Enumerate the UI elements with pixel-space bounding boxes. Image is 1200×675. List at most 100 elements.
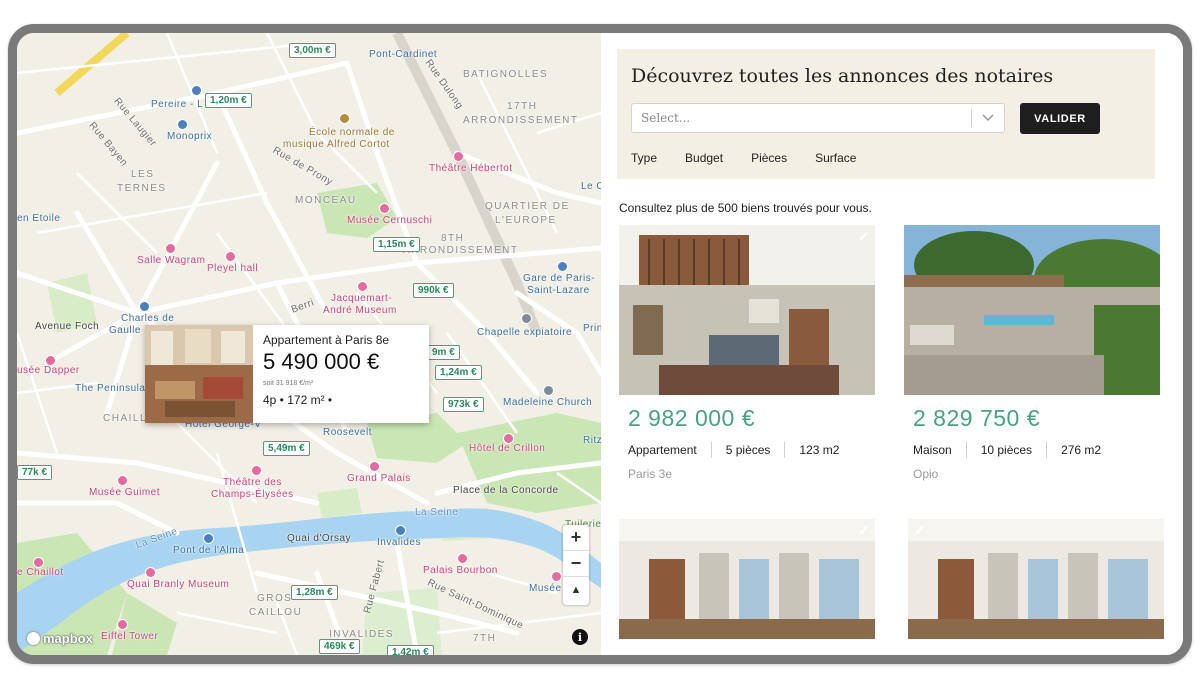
submit-button[interactable]: VALIDER	[1020, 103, 1100, 134]
map-label: Prin	[583, 323, 601, 334]
listing-popup[interactable]: Appartement à Paris 8e 5 490 000 € soit …	[145, 325, 429, 423]
listing-card[interactable]: 2 829 750 € Maison 10 pièces 276 m2 Opio	[904, 225, 1160, 481]
brand-watermark-icon: ✓	[858, 229, 869, 244]
map-label: Invalides	[377, 537, 421, 548]
map-label: ARRONDISSEMENT	[403, 245, 519, 256]
compass-button[interactable]: ▲	[563, 577, 589, 603]
map-label: en Etoile	[17, 213, 61, 224]
map-label: Musée Guimet	[89, 487, 161, 498]
mapbox-mark-icon	[27, 632, 40, 645]
listing-card[interactable]: ✓	[619, 519, 875, 639]
map-price-tag[interactable]: 1,15m €	[373, 237, 420, 252]
theatre-icon	[251, 465, 262, 476]
map-label: André Museum	[323, 305, 397, 316]
map-price-tag[interactable]: 77k €	[17, 465, 53, 480]
listing-photo[interactable]: ✓	[619, 519, 875, 639]
map-label: Gaulle	[109, 325, 141, 336]
listing-card[interactable]: ✓	[908, 519, 1164, 639]
map-label: Hôtel de Crillon	[469, 443, 546, 454]
museum-icon	[145, 567, 156, 578]
metro-icon	[395, 525, 406, 536]
music-icon	[165, 243, 176, 254]
map-label: Saint-Lazare	[527, 285, 590, 296]
map-price-tag[interactable]: 9m €	[427, 345, 460, 360]
hotel-icon	[503, 433, 514, 444]
listings-panel: Découvrez toutes les annonces des notair…	[601, 33, 1183, 655]
map-label: usée Dapper	[17, 365, 80, 376]
map-label: BATIGNOLLES	[463, 69, 549, 80]
map-price-tag[interactable]: 1,28m €	[291, 585, 338, 600]
map-label: Pont-Cardinet	[369, 49, 438, 60]
select-placeholder: Select...	[641, 111, 691, 125]
filter-rooms[interactable]: Pièces	[751, 151, 787, 165]
map-label: Chapelle expiatoire	[477, 327, 573, 338]
filter-tabs: Type Budget Pièces Surface	[631, 151, 856, 165]
divider	[710, 442, 712, 458]
listing-photo[interactable]	[904, 225, 1160, 395]
map-price-tag[interactable]: 1,42m €	[387, 645, 434, 655]
map-label: Avenue Foch	[35, 321, 100, 332]
map-label: Pont de l'Alma	[173, 545, 245, 556]
map-price-tag[interactable]: 1,20m €	[205, 93, 252, 108]
metro-icon	[139, 301, 150, 312]
map-label: The Peninsula	[75, 383, 146, 394]
map-label: 17TH	[507, 101, 538, 112]
brand-watermark-icon: ✓	[914, 523, 925, 538]
map-label: La Seine	[415, 507, 459, 518]
map-label: Champs-Élysées	[211, 489, 294, 500]
search-box: Découvrez toutes les annonces des notair…	[617, 49, 1155, 179]
chevron-down-icon[interactable]	[972, 114, 1004, 122]
theatre-icon	[453, 151, 464, 162]
divider	[784, 442, 786, 458]
map-label: Théâtre des	[223, 477, 282, 488]
map-price-tag[interactable]: 3,00m €	[289, 43, 336, 58]
zoom-out-button[interactable]: −	[563, 551, 589, 577]
zoom-in-button[interactable]: +	[563, 525, 589, 551]
map-price-tag[interactable]: 990k €	[413, 283, 454, 298]
museum-icon	[117, 475, 128, 486]
map-price-tag[interactable]: 469k €	[319, 639, 360, 654]
church-icon	[521, 313, 532, 324]
school-icon	[339, 113, 350, 124]
map-label: Monoprix	[167, 131, 213, 142]
map-label: Madeleine Church	[503, 397, 593, 408]
map-label: GROS	[257, 593, 293, 604]
map-label: TERNES	[117, 183, 167, 194]
mapbox-wordmark: mapbox	[43, 631, 93, 646]
popup-price-per-m2: soit 31 918 €/m²	[263, 380, 314, 387]
museum-icon	[369, 461, 380, 472]
map-view[interactable]: Pont-Cardinet BATIGNOLLES 17TH ARRONDISS…	[17, 33, 601, 655]
app-window: Pont-Cardinet BATIGNOLLES 17TH ARRONDISS…	[8, 24, 1192, 664]
filter-budget[interactable]: Budget	[685, 151, 723, 165]
landmark-icon	[457, 553, 468, 564]
landmark-icon	[117, 619, 128, 630]
map-price-tag[interactable]: 5,49m €	[263, 441, 310, 456]
map-label: Charles de	[121, 313, 175, 324]
filter-type[interactable]: Type	[631, 151, 657, 165]
listing-photo[interactable]	[145, 325, 253, 423]
church-icon	[543, 385, 554, 396]
map-price-tag[interactable]: 973k €	[443, 397, 484, 412]
map-label: Théâtre Hébertot	[429, 163, 513, 174]
compass-icon: ▲	[570, 584, 582, 596]
property-select[interactable]: Select...	[631, 103, 1005, 133]
metro-icon	[191, 85, 202, 96]
mapbox-logo[interactable]: mapbox	[27, 631, 93, 646]
listing-location: Opio	[913, 467, 939, 481]
map-label: ARRONDISSEMENT	[463, 115, 579, 126]
map-label: 7TH	[473, 633, 497, 644]
filter-surface[interactable]: Surface	[815, 151, 856, 165]
map-label: Musée Cernuschi	[347, 215, 433, 226]
map-label: Eiffel Tower	[101, 631, 159, 642]
listing-photo[interactable]: ✓	[908, 519, 1164, 639]
map-label: Le C	[581, 181, 601, 192]
map-label: e Chaillot	[17, 567, 64, 578]
listing-card[interactable]: ✓ 2 982 000 € Appartement 5 pièces 123 m…	[619, 225, 875, 481]
info-icon[interactable]: i	[572, 629, 588, 645]
map-label: Palais Bourbon	[423, 565, 498, 576]
map-label: 8TH	[441, 233, 465, 244]
divider	[1046, 442, 1048, 458]
listing-photo[interactable]: ✓	[619, 225, 875, 395]
map-label: Roosevelt	[323, 427, 372, 438]
map-price-tag[interactable]: 1,24m €	[435, 365, 482, 380]
